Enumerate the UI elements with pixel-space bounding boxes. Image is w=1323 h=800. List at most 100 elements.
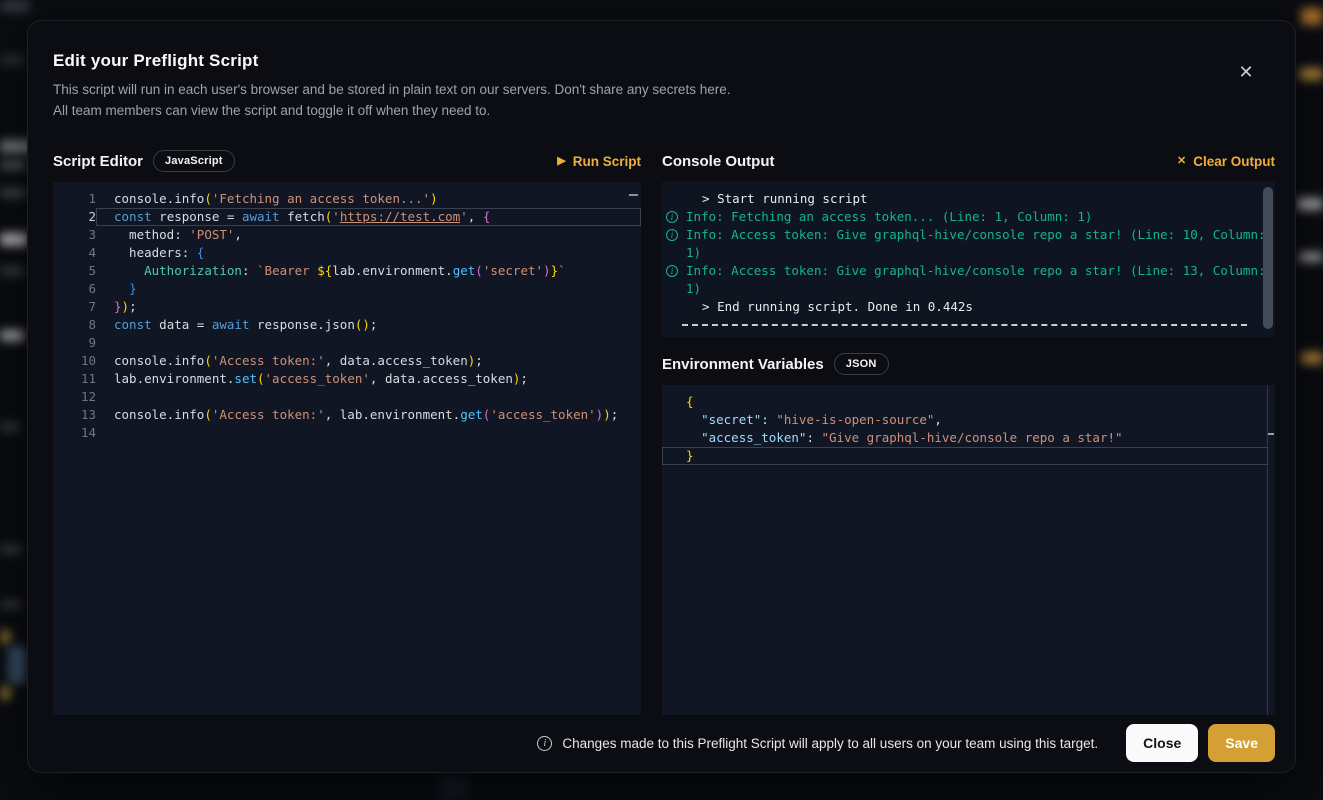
console-line-gutter [666,244,686,262]
console-line-gutter [666,280,686,298]
info-circle-icon: i [666,226,686,244]
backdrop-blob [1299,68,1323,80]
run-script-button[interactable]: ▶ Run Script [557,154,641,169]
console-line-gutter [666,298,686,316]
code-text: console.info('Fetching an access token..… [96,190,641,208]
close-icon[interactable]: ✕ [1235,61,1257,83]
code-text [96,334,641,352]
console-line: 1) [666,280,1271,298]
run-script-label: Run Script [573,154,641,169]
console-line: iInfo: Fetching an access token... (Line… [666,208,1271,226]
line-number: 9 [53,334,96,352]
save-button[interactable]: Save [1208,724,1275,762]
code-line[interactable]: 11lab.environment.set('access_token', da… [53,370,641,388]
code-line[interactable]: 12 [53,388,641,406]
backdrop-blob [1,686,10,700]
language-badge: JavaScript [153,150,235,172]
clear-x-icon: ✕ [1177,156,1186,167]
console-line: 1) [666,244,1271,262]
console-line-text: 1) [686,244,701,262]
line-number: 5 [53,262,96,280]
console-output-panel: > Start running scriptiInfo: Fetching an… [662,182,1275,337]
backdrop-blob [0,160,26,170]
code-text: headers: { [96,244,641,262]
line-number: 4 [53,244,96,262]
console-line-text: Info: Access token: Give graphql-hive/co… [686,226,1265,244]
line-number: 8 [53,316,96,334]
backdrop-blob [8,646,26,684]
console-line-text: Info: Fetching an access token... (Line:… [686,208,1092,226]
info-icon: i [537,736,552,751]
console-line-text: > Start running script [686,190,868,208]
console-line-text: Info: Access token: Give graphql-hive/co… [686,262,1265,280]
code-line[interactable]: { [662,393,1275,411]
environment-variables-title: Environment Variables [662,356,824,373]
console-line: > End running script. Done in 0.442s [666,298,1271,316]
backdrop-blob [0,55,24,65]
code-line[interactable]: 6 } [53,280,641,298]
code-line[interactable]: 4 headers: { [53,244,641,262]
code-line[interactable]: "access_token": "Give graphql-hive/conso… [662,429,1275,447]
code-line[interactable]: 9 [53,334,641,352]
console-line-text: > End running script. Done in 0.442s [686,298,973,316]
code-text: const response = await fetch('https://te… [96,208,641,226]
code-line[interactable]: 7}); [53,298,641,316]
console-line-gutter [666,190,686,208]
console-line: iInfo: Access token: Give graphql-hive/c… [666,226,1271,244]
backdrop-blob [0,188,26,198]
code-text: }); [96,298,641,316]
code-text: "access_token": "Give graphql-hive/conso… [662,429,1275,447]
line-number: 3 [53,226,96,244]
line-number: 7 [53,298,96,316]
footer-note-text: Changes made to this Preflight Script wi… [562,736,1098,751]
close-button[interactable]: Close [1126,724,1198,762]
code-line[interactable]: "secret": "hive-is-open-source", [662,411,1275,429]
code-line[interactable]: } [662,447,1275,465]
code-line[interactable]: 10console.info('Access token:', data.acc… [53,352,641,370]
code-text: console.info('Access token:', lab.enviro… [96,406,641,424]
code-line[interactable]: 5 Authorization: `Bearer ${lab.environme… [53,262,641,280]
console-separator [682,324,1247,326]
console-line-text: 1) [686,280,701,298]
environment-variables-editor[interactable]: { "secret": "hive-is-open-source", "acce… [662,385,1275,715]
backdrop-blob [1301,8,1323,25]
code-line[interactable]: 13console.info('Access token:', lab.envi… [53,406,641,424]
code-text: "secret": "hive-is-open-source", [662,411,1275,429]
backdrop-blob [0,422,20,432]
console-line: > Start running script [666,190,1271,208]
code-text [96,424,641,442]
code-text: Authorization: `Bearer ${lab.environment… [96,262,641,280]
backdrop-blob [0,545,22,554]
info-circle-icon: i [666,262,686,280]
code-line[interactable]: 1console.info('Fetching an access token.… [53,190,641,208]
line-number: 10 [53,352,96,370]
code-text [96,388,641,406]
backdrop-blob [1297,198,1323,210]
page-title: Edit your Preflight Script [53,51,1275,71]
code-line[interactable]: 14 [53,424,641,442]
code-line[interactable]: 3 method: 'POST', [53,226,641,244]
backdrop-blob [0,266,24,276]
backdrop-blob [1301,352,1323,364]
code-text: { [662,393,1275,411]
code-text: lab.environment.set('access_token', data… [96,370,641,388]
code-text: console.info('Access token:', data.acces… [96,352,641,370]
line-number: 1 [53,190,96,208]
script-code-editor[interactable]: 1console.info('Fetching an access token.… [53,182,641,715]
description-line-1: This script will run in each user's brow… [53,82,730,97]
code-line[interactable]: 2const response = await fetch('https://t… [53,208,641,226]
script-editor-title: Script Editor [53,153,143,170]
console-scrollbar[interactable] [1263,187,1273,329]
line-number: 13 [53,406,96,424]
code-text: method: 'POST', [96,226,641,244]
play-icon: ▶ [557,156,565,167]
code-line[interactable]: 8const data = await response.json(); [53,316,641,334]
backdrop-blob [0,233,28,246]
backdrop-blob [0,0,30,12]
code-text: } [96,280,641,298]
footer-note: i Changes made to this Preflight Script … [537,736,1098,751]
line-number: 6 [53,280,96,298]
clear-output-button[interactable]: ✕ Clear Output [1177,154,1275,169]
backdrop-blob [0,600,22,609]
console-line: iInfo: Access token: Give graphql-hive/c… [666,262,1271,280]
